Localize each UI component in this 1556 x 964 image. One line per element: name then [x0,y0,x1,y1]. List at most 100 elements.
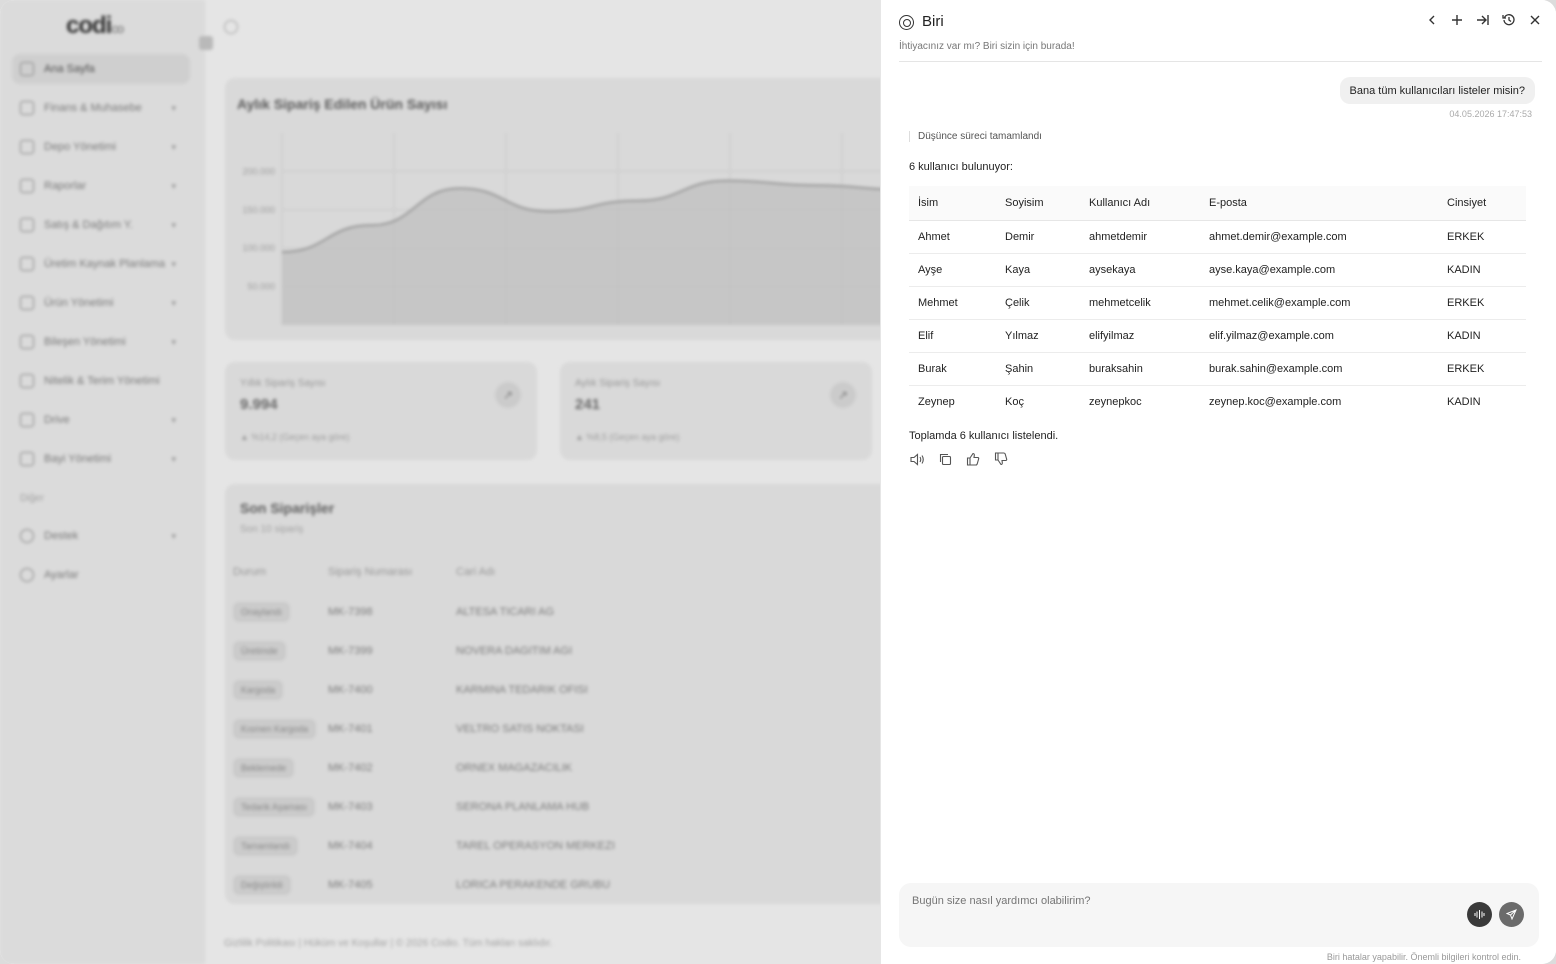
cell-username: ahmetdemir [1080,220,1200,254]
app-logo[interactable]: codico [66,12,124,40]
recent-orders-card: Son Siparişler Son 10 sipariş Durum Sipa… [225,484,905,904]
cell-username: elifyilmaz [1080,319,1200,353]
sidebar-item[interactable]: Bayi Yönetimi ▾ [12,444,190,474]
stat-card-yearly: Yıllık Sipariş Sayısı 9.994 ▲ %14,2 (Geç… [225,362,537,460]
order-cari: ORNEX MAGAZACILIK [456,762,573,774]
cell-email: elif.yilmaz@example.com [1200,319,1438,353]
speaker-icon[interactable] [909,451,925,467]
users-table-header-row: İsim Soyisim Kullanıcı Adı E-posta Cinsi… [909,186,1526,221]
sidebar-item-label: Drive [44,414,70,426]
cell-surname: Koç [1005,395,1024,408]
order-status-badge: Tedarik Aşaması [233,797,316,817]
order-row[interactable]: Onaylandı MK-7398 ALTESA TICARI AG [225,596,905,635]
assistant-intro: 6 kullanıcı bulunuyor: [909,161,1013,173]
order-number: MK-7402 [328,762,373,774]
cell-surname: Şahin [996,352,1080,386]
sidebar-item[interactable]: Ana Sayfa [12,54,190,84]
sidebar-item-label: Nitelik & Terim Yönetimi [44,375,160,387]
message-actions [909,451,1009,467]
thought-process-toggle[interactable]: Düşünce süreci tamamlandı [909,131,1042,142]
orders-header-cari: Cari Adı [456,566,496,578]
order-status-badge: Üretimde [233,641,286,661]
sidebar-item[interactable]: Üretim Kaynak Planlama ▾ [12,249,190,279]
order-cari: LORICA PERAKENDE GRUBU [456,879,611,891]
sidebar-item-icon [20,568,34,582]
sidebar-item-icon [20,452,34,466]
sidebar-item-label: Satış & Dağıtım Y. [44,219,133,231]
copy-icon[interactable] [937,451,953,467]
users-table-row: Burak Şahin buraksahin burak.sahin@example.… [909,352,1526,386]
sidebar-item-label: Destek [44,530,79,542]
sidebar-item-icon [20,62,34,76]
order-number: MK-7399 [328,645,373,657]
order-row[interactable]: Üretimde MK-7399 NOVERA DAGITIM AGI [225,635,905,674]
cell-surname: Yılmaz [996,319,1080,353]
sidebar: codico Ana Sayfa Finans & Muhasebe ▾ Depo Y… [0,0,213,964]
sidebar-item-label: Bayi Yönetimi [44,453,112,465]
users-table-row: Elif Yılmaz elifyilmaz elif.yilmaz@example.… [909,319,1526,353]
user-message: Bana tüm kullanıcıları listeler misin? [1339,77,1535,104]
close-icon[interactable] [1526,11,1544,29]
stat-label: Aylık Sipariş Sayısı [575,378,661,389]
sidebar-collapse-button[interactable] [199,36,213,50]
sidebar-item[interactable]: Drive ▾ [12,405,190,435]
order-row[interactable]: Beklemede MK-7402 ORNEX MAGAZACILIK [225,752,905,791]
cell-name: Zeynep [918,395,955,408]
thumbs-down-icon[interactable] [993,451,1009,467]
waveform-icon [1474,910,1485,919]
sidebar-item[interactable]: Destek ▾ [12,521,190,551]
order-row[interactable]: Değiştirildi MK-7405 LORICA PERAKENDE GRUB… [225,869,905,908]
cell-name: Mehmet [909,286,996,320]
order-number: MK-7405 [328,879,373,891]
plus-icon[interactable] [1448,11,1466,29]
order-cari: NOVERA DAGITIM AGI [456,645,573,657]
history-icon[interactable] [1500,11,1518,29]
chevron-down-icon: ▾ [171,141,176,152]
col-header-name: İsim [909,186,996,221]
voice-input-button[interactable] [1467,902,1492,927]
sidebar-item[interactable]: Nitelik & Terim Yönetimi [12,366,190,396]
order-cari: ALTESA TICARI AG [456,606,555,618]
sidebar-item[interactable]: Ayarlar [12,560,190,590]
send-icon [1506,909,1517,920]
col-header-gender: Cinsiyet [1438,186,1526,221]
col-header-surname: Soyisim [996,186,1080,221]
sidebar-item-icon [20,179,34,193]
order-cari: VELTRO SATIS NOKTASI [456,723,584,735]
sidebar-item[interactable]: Depo Yönetimi ▾ [12,132,190,162]
order-number: MK-7398 [328,606,373,618]
sidebar-item[interactable]: Bileşen Yönetimi ▾ [12,327,190,357]
disclaimer: Biri hatalar yapabilir. Önemli bilgileri… [1326,952,1521,962]
chat-input[interactable] [912,895,1452,907]
sidebar-item-icon [20,140,34,154]
sidebar-item-label: Ürün Yönetimi [44,297,114,309]
order-status-badge: Beklemede [233,758,295,778]
cell-surname: Kaya [996,253,1080,287]
sidebar-item-icon [20,296,34,310]
sidebar-item[interactable]: Ürün Yönetimi ▾ [12,288,190,318]
send-button[interactable] [1499,902,1524,927]
chevron-left-icon[interactable] [1423,11,1441,29]
order-cari: SERONA PLANLAMA HUB [456,801,590,813]
sidebar-item[interactable]: Raporlar ▾ [12,171,190,201]
sidebar-item[interactable]: Finans & Muhasebe ▾ [12,93,190,123]
collapse-right-icon[interactable] [1474,11,1492,29]
sidebar-item[interactable]: Satış & Dağıtım Y. ▾ [12,210,190,240]
order-row[interactable]: Tedarik Aşaması MK-7403 SERONA PLANLAMA HU… [225,791,905,830]
chevron-down-icon: ▾ [171,530,176,541]
assistant-title: Biri [922,13,944,30]
order-row[interactable]: Tamamlandı MK-7404 TAREL OPERASYON MERKEZI [225,830,905,869]
sidebar-item-icon [20,218,34,232]
cell-name: Ahmet [909,220,996,254]
monthly-orders-chart: 200.000 150.000 100.000 50.000 [242,133,905,325]
assistant-logo-icon [899,15,914,30]
order-row[interactable]: Kısmen Kargoda MK-7401 VELTRO SATIS NOKTAS… [225,713,905,752]
cell-gender: KADIN [1447,395,1481,408]
sidebar-item-label: Depo Yönetimi [44,141,116,153]
order-row[interactable]: Kargoda MK-7400 KARMINA TEDARIK OFISI [225,674,905,713]
col-header-email: E-posta [1200,186,1438,221]
top-bar-icon[interactable] [224,20,238,34]
thumbs-up-icon[interactable] [965,451,981,467]
sidebar-item-icon [20,335,34,349]
users-table-row: Zeynep Koç zeynepkoc zeynep.koc@example.com… [909,385,1526,418]
